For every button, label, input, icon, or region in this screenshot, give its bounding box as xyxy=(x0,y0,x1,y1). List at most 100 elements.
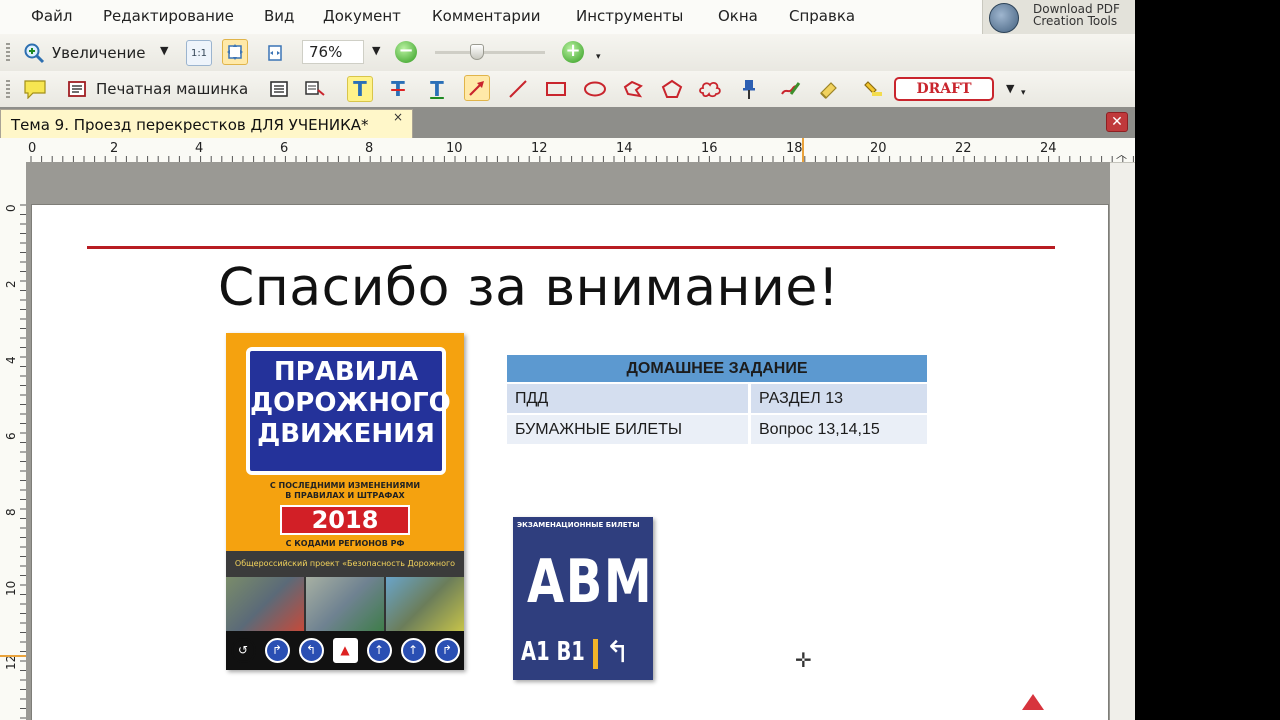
toolbar-grip[interactable] xyxy=(6,80,10,98)
zoom-slider-thumb[interactable] xyxy=(470,44,484,60)
road-sign-icon: ↱ xyxy=(264,638,290,663)
ruler-label: 4 xyxy=(4,356,18,364)
book-title-line: ПРАВИЛА xyxy=(273,357,419,387)
menu-tools[interactable]: Инструменты xyxy=(576,7,683,25)
document-tab-strip: Тема 9. Проезд перекрестков ДЛЯ УЧЕНИКА*… xyxy=(0,107,1135,138)
ruler-label: 10 xyxy=(446,141,463,156)
road-photo xyxy=(386,577,464,631)
book-subtitle-line: В ПРАВИЛАХ И ШТРАФАХ xyxy=(285,491,405,500)
ruler-label: 8 xyxy=(365,141,374,156)
ruler-label: 24 xyxy=(1040,141,1057,156)
ruler-label: 2 xyxy=(110,141,119,156)
book-title-line: ДОРОЖНОГО xyxy=(250,388,451,418)
homework-subject: ПДД xyxy=(507,382,750,414)
document-tab[interactable]: Тема 9. Проезд перекрестков ДЛЯ УЧЕНИКА*… xyxy=(0,109,413,138)
callout-icon[interactable] xyxy=(302,76,328,102)
close-tab-icon[interactable]: × xyxy=(393,110,403,124)
zoom-tool-icon[interactable] xyxy=(21,40,47,66)
document-tab-title: Тема 9. Проезд перекрестков ДЛЯ УЧЕНИКА* xyxy=(11,116,369,134)
book-subtitle: С ПОСЛЕДНИМИ ИЗМЕНЕНИЯМИ В ПРАВИЛАХ И ШТ… xyxy=(226,481,464,501)
ruler-label: 10 xyxy=(4,580,18,596)
line-tool-icon[interactable] xyxy=(505,76,531,102)
menu-view[interactable]: Вид xyxy=(264,7,294,25)
menu-file[interactable]: Файл xyxy=(31,7,72,25)
ruler-position-marker xyxy=(0,655,26,657)
ruler-label: 20 xyxy=(870,141,887,156)
table-row: БУМАЖНЫЕ БИЛЕТЫ Вопрос 13,14,15 xyxy=(507,413,927,444)
highlight-text-icon[interactable]: T xyxy=(347,76,373,102)
road-photo xyxy=(226,577,304,631)
cloud-tool-icon[interactable] xyxy=(697,76,723,102)
road-sign-icon: ↑ xyxy=(366,638,392,663)
book-title-plate: ПРАВИЛА ДОРОЖНОГО ДВИЖЕНИЯ xyxy=(246,347,451,475)
book-subtitle-line: С ПОСЛЕДНИМИ ИЗМЕНЕНИЯМИ xyxy=(269,481,421,490)
ruler-label: 14 xyxy=(616,141,633,156)
homework-table: ДОМАШНЕЕ ЗАДАНИЕ ПДД РАЗДЕЛ 13 БУМАЖНЫЕ … xyxy=(507,355,927,444)
horizontal-ruler: 0 2 4 6 8 10 12 14 16 18 20 22 24 xyxy=(0,138,1135,163)
sticky-note-icon[interactable] xyxy=(22,76,48,102)
pencil-tool-icon[interactable] xyxy=(777,76,803,102)
underline-text-icon[interactable]: T xyxy=(424,76,450,102)
ruler-label: 16 xyxy=(701,141,718,156)
textbox-icon[interactable] xyxy=(266,76,292,102)
pin-icon[interactable] xyxy=(736,76,762,102)
ellipse-tool-icon[interactable] xyxy=(582,76,608,102)
stamp-dropdown-icon[interactable]: ▼ xyxy=(1006,82,1014,95)
fit-width-icon[interactable] xyxy=(262,40,288,66)
typewriter-icon[interactable] xyxy=(64,76,90,102)
pdf-editor-window: Файл Редактирование Вид Документ Коммент… xyxy=(0,0,1135,720)
stamp-tool-button[interactable]: DRAFT xyxy=(894,77,994,101)
rectangle-tool-icon[interactable] xyxy=(543,76,569,102)
ruler-label: 6 xyxy=(4,432,18,440)
typewriter-label[interactable]: Печатная машинка xyxy=(96,80,248,98)
toolbar-overflow-icon[interactable]: ▾ xyxy=(1021,88,1026,98)
zoom-tool-label[interactable]: Увеличение xyxy=(52,44,145,62)
exam-book-stripe xyxy=(593,639,598,669)
zoom-slider-track[interactable] xyxy=(435,51,545,54)
road-sign-icon: ▲ xyxy=(332,638,358,663)
homework-header: ДОМАШНЕЕ ЗАДАНИЕ xyxy=(507,355,927,383)
exam-tickets-book-image: ЭКЗАМЕНАЦИОННЫЕ БИЛЕТЫ ABM A1 B1 ↰ xyxy=(513,517,653,680)
vertical-ruler: 0 2 4 6 8 10 12 xyxy=(0,162,27,720)
menu-comments[interactable]: Комментарии xyxy=(432,7,540,25)
scroll-up-icon[interactable]: ︿ xyxy=(1116,146,1127,162)
ruler-label: 12 xyxy=(4,654,18,670)
table-row: ПДД РАЗДЕЛ 13 xyxy=(507,382,927,414)
zoom-in-icon[interactable]: + xyxy=(562,41,584,63)
ruler-position-marker xyxy=(802,138,804,162)
download-pdf-tools-button[interactable]: Download PDF Creation Tools xyxy=(982,0,1135,34)
menu-edit[interactable]: Редактирование xyxy=(103,7,234,25)
ruler-label: 6 xyxy=(280,141,289,156)
eraser-icon[interactable] xyxy=(815,76,841,102)
toolbar-grip[interactable] xyxy=(6,43,10,61)
zoom-out-icon[interactable]: − xyxy=(395,41,417,63)
zoom-level-input[interactable]: 76% xyxy=(302,40,364,64)
highlighter-icon[interactable] xyxy=(860,76,886,102)
watermark-logo xyxy=(968,694,1098,720)
menu-windows[interactable]: Окна xyxy=(718,7,758,25)
ruler-label: 12 xyxy=(531,141,548,156)
ruler-label: 4 xyxy=(195,141,204,156)
toolbar-overflow-icon[interactable]: ▾ xyxy=(596,52,601,62)
actual-size-icon[interactable]: 1:1 xyxy=(186,40,212,66)
arrow-tool-icon[interactable] xyxy=(464,75,490,101)
homework-subject: БУМАЖНЫЕ БИЛЕТЫ xyxy=(507,413,750,444)
road-photo xyxy=(306,577,384,631)
close-document-icon[interactable]: ✕ xyxy=(1106,112,1128,132)
ruler-ticks xyxy=(20,204,26,719)
zoom-tool-dropdown-icon[interactable]: ▼ xyxy=(160,44,168,57)
fit-page-icon[interactable] xyxy=(222,39,248,65)
ruler-label: 18 xyxy=(786,141,803,156)
homework-task: Вопрос 13,14,15 xyxy=(748,413,927,444)
menu-help[interactable]: Справка xyxy=(789,7,855,25)
zoom-level-dropdown-icon[interactable]: ▼ xyxy=(372,44,380,57)
slide-divider-line xyxy=(87,246,1055,249)
book-photos xyxy=(226,577,464,631)
polygon-tool-icon[interactable] xyxy=(659,76,685,102)
polyline-tool-icon[interactable] xyxy=(620,76,646,102)
strikeout-text-icon[interactable]: T xyxy=(385,76,411,102)
menu-document[interactable]: Документ xyxy=(323,7,401,25)
exam-book-subcategories: A1 B1 xyxy=(521,637,585,667)
road-signs-row: ↺ ↱ ↰ ▲ ↑ ↑ ↱ xyxy=(226,631,464,670)
book-title-line: ДВИЖЕНИЯ xyxy=(257,419,435,449)
